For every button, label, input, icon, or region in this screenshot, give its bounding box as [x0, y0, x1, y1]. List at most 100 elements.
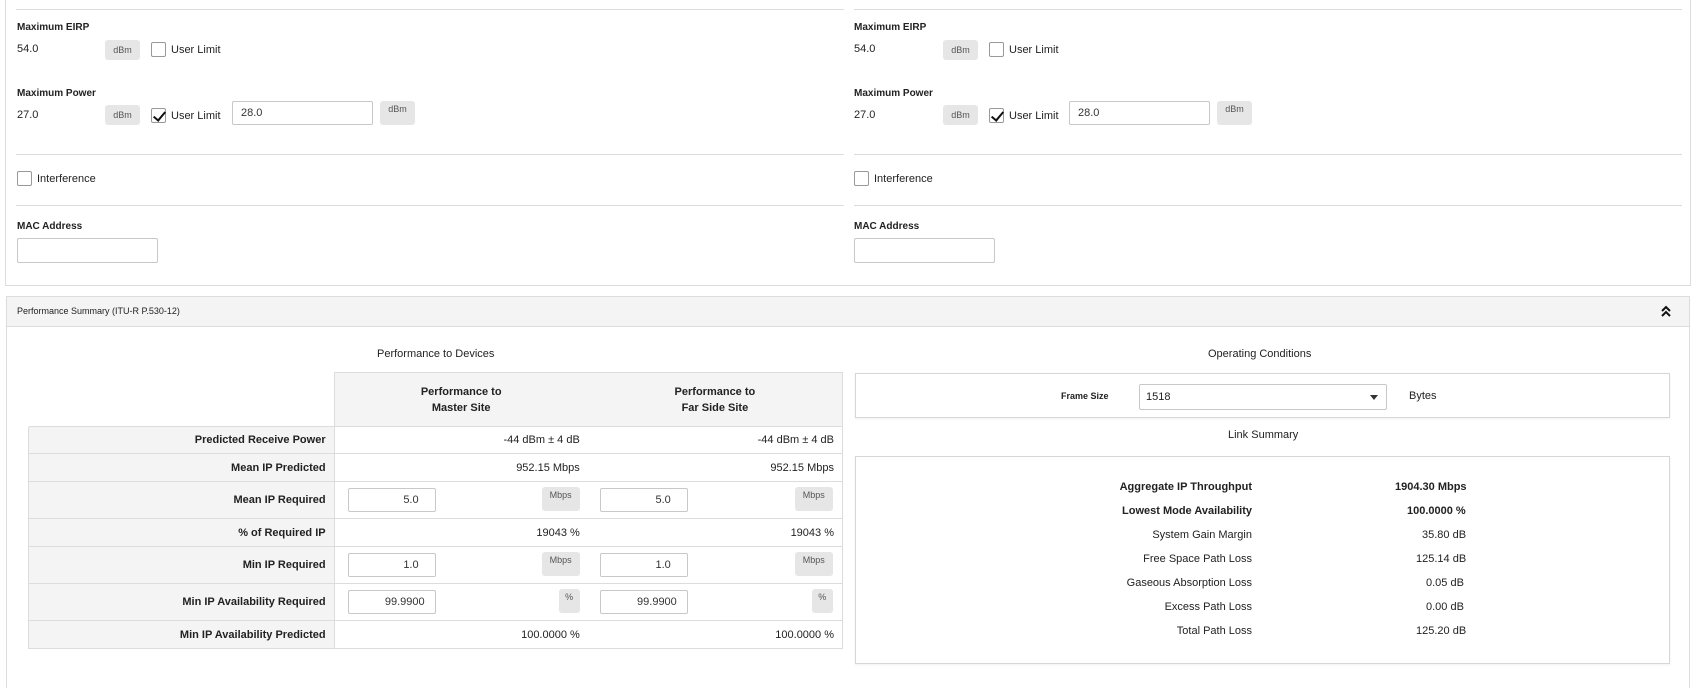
- max-eirp-unit: dBm: [943, 40, 978, 60]
- max-power-unit: dBm: [943, 105, 978, 125]
- unit-badge: Mbps: [541, 552, 580, 576]
- max-power-user-limit-unit: dBm: [380, 101, 415, 125]
- interference-checkbox[interactable]: [17, 171, 32, 186]
- mac-address-input[interactable]: [854, 238, 995, 263]
- max-power-value: 27.0: [854, 109, 876, 121]
- mean-ip-required-master-input[interactable]: [347, 488, 436, 512]
- divider: [854, 9, 1682, 10]
- cell-far: Mbps: [587, 546, 843, 584]
- unit-badge: Mbps: [541, 487, 580, 511]
- min-ip-required-far-input[interactable]: [599, 553, 688, 577]
- cell-master: 100.0000 %: [333, 620, 588, 649]
- chevron-down-icon: [1370, 395, 1378, 400]
- mac-address-label: MAC Address: [17, 221, 83, 232]
- panel-border-right: [1690, 0, 1691, 286]
- free-space-path-loss-label: Free Space Path Loss: [1143, 553, 1252, 565]
- max-eirp-user-limit-checkbox[interactable]: [989, 42, 1004, 57]
- devices-panel-title: Performance to Devices: [377, 348, 495, 360]
- row-label: Mean IP Predicted: [28, 453, 335, 482]
- frame-size-select[interactable]: 1518: [1139, 384, 1387, 410]
- operating-conditions-title: Operating Conditions: [1208, 348, 1312, 360]
- row-label: Min IP Availability Predicted: [28, 620, 335, 649]
- max-eirp-label: Maximum EIRP: [17, 22, 90, 33]
- section-border-right: [1689, 326, 1690, 688]
- frame-size-unit: Bytes: [1409, 390, 1437, 402]
- divider: [16, 205, 844, 206]
- performance-table: Performance to Master Site Performance t…: [28, 372, 843, 649]
- max-eirp-user-limit-label: User Limit: [1009, 44, 1059, 56]
- collapse-chevron-icon[interactable]: [1659, 303, 1673, 319]
- max-power-label: Maximum Power: [17, 88, 96, 99]
- interference-checkbox[interactable]: [854, 171, 869, 186]
- total-path-loss-value: 125.20 dB: [1416, 625, 1467, 637]
- cell-master: 952.15 Mbps: [333, 453, 588, 482]
- free-space-path-loss-value: 125.14 dB: [1416, 553, 1467, 565]
- performance-summary-header[interactable]: Performance Summary (ITU-R P.530-12): [6, 296, 1690, 327]
- table-row: Min IP Availability Required % %: [28, 583, 843, 621]
- table-row: Min IP Required Mbps Mbps: [28, 546, 843, 584]
- unit-badge: Mbps: [794, 552, 833, 576]
- panel-border-left: [5, 0, 6, 286]
- system-gain-margin-value: 35.80 dB: [1422, 529, 1467, 541]
- unit-badge: %: [811, 589, 833, 613]
- cell-far: %: [587, 583, 843, 621]
- panel-border-bottom: [5, 285, 1691, 286]
- row-label: Mean IP Required: [28, 481, 335, 519]
- max-power-value: 27.0: [17, 109, 39, 121]
- max-eirp-value: 54.0: [854, 43, 876, 55]
- unit-badge: %: [558, 589, 580, 613]
- mac-address-label: MAC Address: [854, 221, 920, 232]
- cell-master: -44 dBm ± 4 dB: [333, 426, 588, 454]
- operating-conditions-box: Frame Size 1518 Bytes: [855, 373, 1670, 418]
- cell-far: -44 dBm ± 4 dB: [587, 426, 843, 454]
- max-power-user-limit-unit: dBm: [1217, 101, 1252, 125]
- frame-size-value: 1518: [1146, 391, 1171, 403]
- max-power-user-limit-input[interactable]: [232, 101, 373, 125]
- max-power-unit: dBm: [105, 105, 140, 125]
- row-label: Min IP Availability Required: [28, 583, 335, 621]
- table-row: Mean IP Required Mbps Mbps: [28, 481, 843, 519]
- lowest-mode-availability-value: 100.0000 %: [1407, 505, 1466, 517]
- aggregate-throughput-value: 1904.30 Mbps: [1395, 481, 1467, 493]
- gaseous-absorption-loss-label: Gaseous Absorption Loss: [1126, 577, 1252, 589]
- mean-ip-required-far-input[interactable]: [599, 488, 688, 512]
- lowest-mode-availability-label: Lowest Mode Availability: [1122, 505, 1252, 517]
- col-header-master: Performance to Master Site: [333, 372, 588, 427]
- cell-master: Mbps: [333, 546, 588, 584]
- divider: [854, 154, 1682, 155]
- cell-far: 19043 %: [587, 518, 843, 547]
- mac-address-input[interactable]: [17, 238, 158, 263]
- min-ip-required-master-input[interactable]: [347, 553, 436, 577]
- table-row: Mean IP Predicted 952.15 Mbps 952.15 Mbp…: [28, 453, 843, 482]
- divider: [16, 9, 844, 10]
- max-power-label: Maximum Power: [854, 88, 933, 99]
- excess-path-loss-label: Excess Path Loss: [1164, 601, 1252, 613]
- link-summary-title: Link Summary: [1228, 429, 1299, 441]
- gaseous-absorption-loss-value: 0.05 dB: [1426, 577, 1464, 589]
- total-path-loss-label: Total Path Loss: [1176, 625, 1252, 637]
- max-eirp-user-limit-label: User Limit: [171, 44, 221, 56]
- table-row: Min IP Availability Predicted 100.0000 %…: [28, 620, 843, 649]
- cell-far: 952.15 Mbps: [587, 453, 843, 482]
- table-row: % of Required IP 19043 % 19043 %: [28, 518, 843, 547]
- min-ip-avail-required-far-input[interactable]: [599, 590, 688, 614]
- interference-label: Interference: [874, 173, 933, 185]
- row-label: Min IP Required: [28, 546, 335, 584]
- row-label: Predicted Receive Power: [28, 426, 335, 454]
- performance-summary-title: Performance Summary (ITU-R P.530-12): [17, 306, 180, 316]
- cell-master: 19043 %: [333, 518, 588, 547]
- interference-label: Interference: [37, 173, 96, 185]
- cell-far: 100.0000 %: [587, 620, 843, 649]
- excess-path-loss-value: 0.00 dB: [1426, 601, 1464, 613]
- max-eirp-label: Maximum EIRP: [854, 22, 927, 33]
- cell-far: Mbps: [587, 481, 843, 519]
- section-border-left: [6, 326, 7, 688]
- divider: [16, 154, 844, 155]
- table-row: Predicted Receive Power -44 dBm ± 4 dB -…: [28, 426, 843, 454]
- max-eirp-user-limit-checkbox[interactable]: [151, 42, 166, 57]
- col-header-far: Performance to Far Side Site: [587, 372, 843, 427]
- max-power-user-limit-checkbox[interactable]: [151, 108, 166, 123]
- max-power-user-limit-input[interactable]: [1069, 101, 1210, 125]
- min-ip-avail-required-master-input[interactable]: [347, 590, 436, 614]
- max-power-user-limit-checkbox[interactable]: [989, 108, 1004, 123]
